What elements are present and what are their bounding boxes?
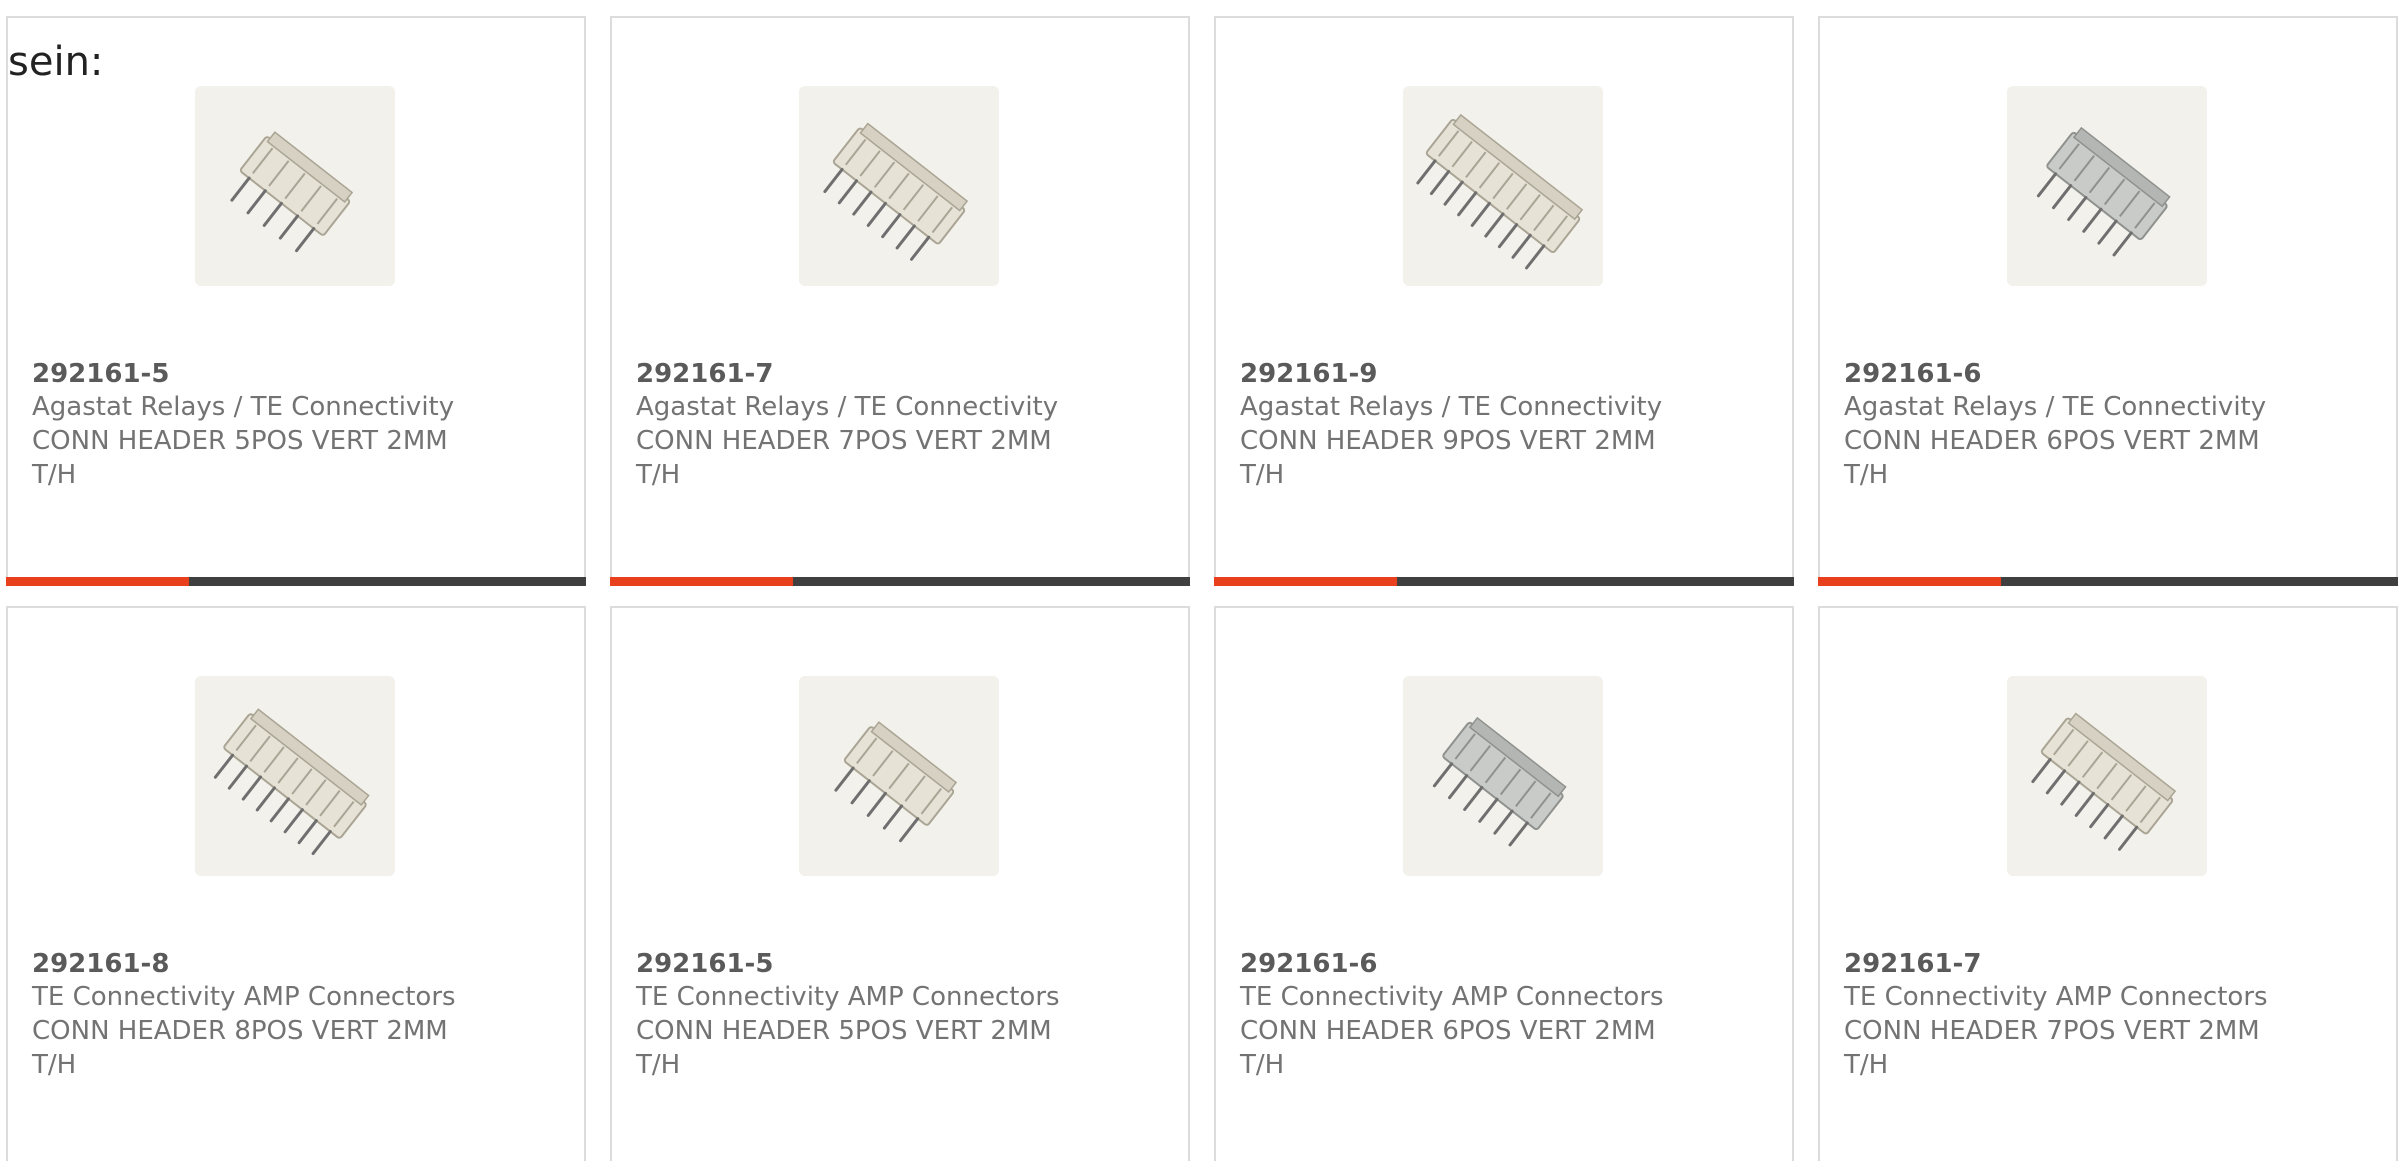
manufacturer-name: TE Connectivity AMP Connectors	[32, 982, 456, 1012]
card-bottom-bar	[6, 577, 586, 586]
connector-header-icon[interactable]	[195, 676, 395, 876]
card-bottom-bar	[1818, 577, 2398, 586]
part-number-link[interactable]: 292161-6	[1844, 358, 2364, 390]
manufacturer-name: Agastat Relays / TE Connectivity	[32, 392, 455, 422]
card-accent-strip	[1818, 577, 2001, 586]
connector-header-icon[interactable]	[799, 676, 999, 876]
product-description: CONN HEADER 6POS VERT 2MM T/H	[1844, 426, 2260, 490]
product-grid-page: sein: 292161-5 Agastat Relays / TE Conne…	[0, 0, 2400, 1161]
connector-header-icon[interactable]	[2007, 676, 2207, 876]
product-description: CONN HEADER 7POS VERT 2MM T/H	[1844, 1016, 2260, 1080]
connector-header-icon[interactable]	[1403, 86, 1603, 286]
part-number-link[interactable]: 292161-8	[32, 948, 552, 980]
part-number-link[interactable]: 292161-9	[1240, 358, 1760, 390]
product-description: CONN HEADER 8POS VERT 2MM T/H	[32, 1016, 448, 1080]
card-accent-strip	[610, 577, 793, 586]
card-bottom-bar	[1214, 577, 1794, 586]
product-info: 292161-9 Agastat Relays / TE Connectivit…	[1240, 358, 1760, 492]
card-bottom-bar	[610, 577, 1190, 586]
part-number-link[interactable]: 292161-6	[1240, 948, 1760, 980]
card-accent-strip	[6, 577, 189, 586]
part-number-link[interactable]: 292161-5	[636, 948, 1156, 980]
product-info: 292161-8 TE Connectivity AMP Connectors …	[32, 948, 552, 1082]
product-info: 292161-6 Agastat Relays / TE Connectivit…	[1844, 358, 2364, 492]
connector-header-icon[interactable]	[195, 86, 395, 286]
product-info: 292161-5 TE Connectivity AMP Connectors …	[636, 948, 1156, 1082]
product-card[interactable]: 292161-7 Agastat Relays / TE Connectivit…	[610, 16, 1190, 586]
card-accent-strip	[1214, 577, 1397, 586]
product-card[interactable]: 292161-6 Agastat Relays / TE Connectivit…	[1818, 16, 2398, 586]
product-card[interactable]: 292161-9 Agastat Relays / TE Connectivit…	[1214, 16, 1794, 586]
product-description: CONN HEADER 6POS VERT 2MM T/H	[1240, 1016, 1656, 1080]
product-info: 292161-7 Agastat Relays / TE Connectivit…	[636, 358, 1156, 492]
product-info: 292161-7 TE Connectivity AMP Connectors …	[1844, 948, 2364, 1082]
connector-header-icon[interactable]	[799, 86, 999, 286]
part-number-link[interactable]: 292161-7	[636, 358, 1156, 390]
manufacturer-name: Agastat Relays / TE Connectivity	[1240, 392, 1663, 422]
manufacturer-name: TE Connectivity AMP Connectors	[636, 982, 1060, 1012]
product-description: CONN HEADER 5POS VERT 2MM T/H	[636, 1016, 1052, 1080]
connector-header-icon[interactable]	[2007, 86, 2207, 286]
product-description: CONN HEADER 5POS VERT 2MM T/H	[32, 426, 448, 490]
manufacturer-name: TE Connectivity AMP Connectors	[1844, 982, 2268, 1012]
product-card[interactable]: 292161-5 TE Connectivity AMP Connectors …	[610, 606, 1190, 1161]
product-info: 292161-6 TE Connectivity AMP Connectors …	[1240, 948, 1760, 1082]
connector-header-icon[interactable]	[1403, 676, 1603, 876]
product-info: 292161-5 Agastat Relays / TE Connectivit…	[32, 358, 552, 492]
product-card[interactable]: 292161-7 TE Connectivity AMP Connectors …	[1818, 606, 2398, 1161]
manufacturer-name: Agastat Relays / TE Connectivity	[636, 392, 1059, 422]
product-description: CONN HEADER 7POS VERT 2MM T/H	[636, 426, 1052, 490]
product-card[interactable]: 292161-6 TE Connectivity AMP Connectors …	[1214, 606, 1794, 1161]
product-card[interactable]: 292161-5 Agastat Relays / TE Connectivit…	[6, 16, 586, 586]
product-description: CONN HEADER 9POS VERT 2MM T/H	[1240, 426, 1656, 490]
intro-text: sein:	[8, 39, 104, 85]
manufacturer-name: Agastat Relays / TE Connectivity	[1844, 392, 2267, 422]
part-number-link[interactable]: 292161-5	[32, 358, 552, 390]
part-number-link[interactable]: 292161-7	[1844, 948, 2364, 980]
manufacturer-name: TE Connectivity AMP Connectors	[1240, 982, 1664, 1012]
product-card[interactable]: 292161-8 TE Connectivity AMP Connectors …	[6, 606, 586, 1161]
